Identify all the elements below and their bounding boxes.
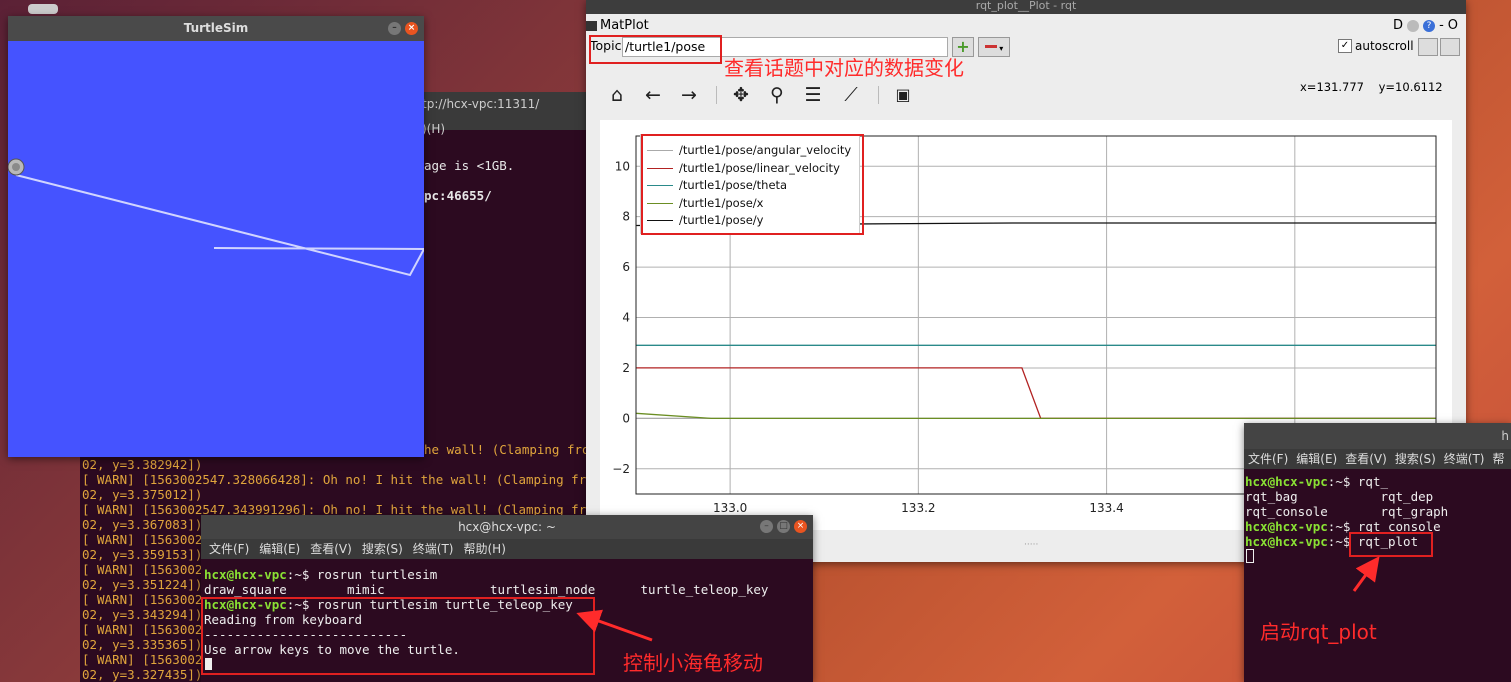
teleop-arrow	[576, 609, 653, 642]
annotation-arrows	[576, 556, 1380, 642]
rqt-plot-arrow	[1352, 556, 1380, 592]
